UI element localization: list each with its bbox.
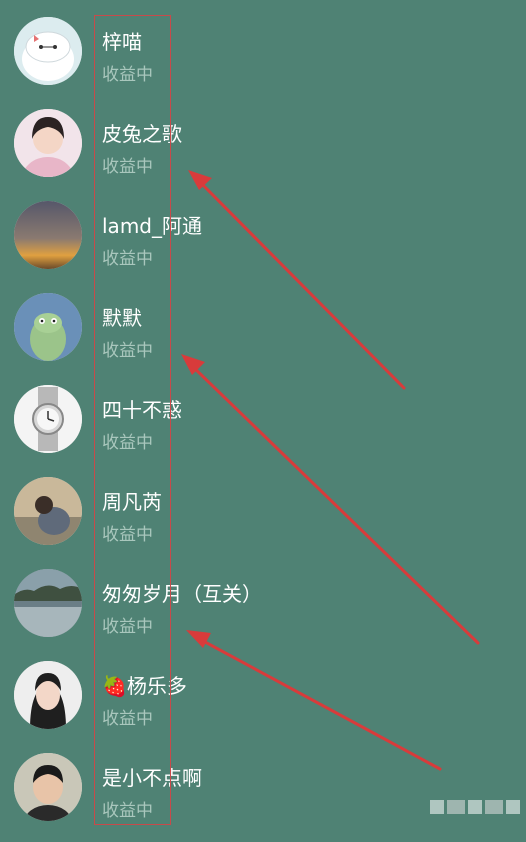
avatar[interactable] bbox=[14, 569, 82, 637]
avatar-image bbox=[14, 293, 82, 361]
contact-status: 收益中 bbox=[102, 157, 153, 177]
avatar[interactable] bbox=[14, 661, 82, 729]
contact-status: 收益中 bbox=[102, 709, 153, 729]
contact-name: 四十不惑 bbox=[102, 398, 182, 422]
avatar[interactable] bbox=[14, 201, 82, 269]
contact-row[interactable]: lamd_阿通 收益中 bbox=[0, 198, 526, 290]
avatar[interactable] bbox=[14, 753, 82, 821]
contact-name: 是小不点啊 bbox=[102, 766, 202, 790]
contact-name: lamd_阿通 bbox=[102, 214, 202, 238]
contact-row[interactable]: 周凡芮 收益中 bbox=[0, 474, 526, 566]
contact-name: 皮兔之歌 bbox=[102, 122, 182, 146]
avatar[interactable] bbox=[14, 109, 82, 177]
avatar-image bbox=[14, 385, 82, 453]
avatar-image bbox=[14, 109, 82, 177]
avatar[interactable] bbox=[14, 17, 82, 85]
contact-name: 默默 bbox=[102, 306, 142, 330]
contact-status: 收益中 bbox=[102, 525, 153, 545]
avatar[interactable] bbox=[14, 385, 82, 453]
contact-status: 收益中 bbox=[102, 249, 153, 269]
avatar-image bbox=[14, 477, 82, 545]
avatar-image bbox=[14, 753, 82, 821]
contact-status: 收益中 bbox=[102, 65, 153, 85]
avatar-image bbox=[14, 569, 82, 637]
contact-row[interactable]: 四十不惑 收益中 bbox=[0, 382, 526, 474]
avatar-image bbox=[14, 661, 82, 729]
contact-name: 🍓杨乐多 bbox=[102, 674, 187, 698]
contact-row[interactable]: 🍓杨乐多 收益中 bbox=[0, 658, 526, 750]
contact-name: 匆匆岁月（互关） bbox=[102, 582, 262, 606]
contact-row[interactable]: 默默 收益中 bbox=[0, 290, 526, 382]
contact-status: 收益中 bbox=[102, 801, 153, 821]
contact-row[interactable]: 匆匆岁月（互关） 收益中 bbox=[0, 566, 526, 658]
contact-status: 收益中 bbox=[102, 433, 153, 453]
contact-list: 梓喵 收益中 皮兔之歌 收益中 lamd_阿通 收益中 默默 收益中 四十不惑 … bbox=[0, 0, 526, 829]
contact-status: 收益中 bbox=[102, 341, 153, 361]
contact-row[interactable]: 皮兔之歌 收益中 bbox=[0, 106, 526, 198]
avatar[interactable] bbox=[14, 293, 82, 361]
avatar[interactable] bbox=[14, 477, 82, 545]
contact-name: 梓喵 bbox=[102, 30, 142, 54]
contact-row[interactable]: 是小不点啊 收益中 bbox=[0, 750, 526, 842]
avatar-image bbox=[14, 17, 82, 85]
contact-row[interactable]: 梓喵 收益中 bbox=[0, 14, 526, 106]
strawberry-icon: 🍓 bbox=[102, 674, 127, 698]
contact-status: 收益中 bbox=[102, 617, 153, 637]
avatar-image bbox=[14, 201, 82, 269]
contact-name: 周凡芮 bbox=[102, 490, 162, 514]
